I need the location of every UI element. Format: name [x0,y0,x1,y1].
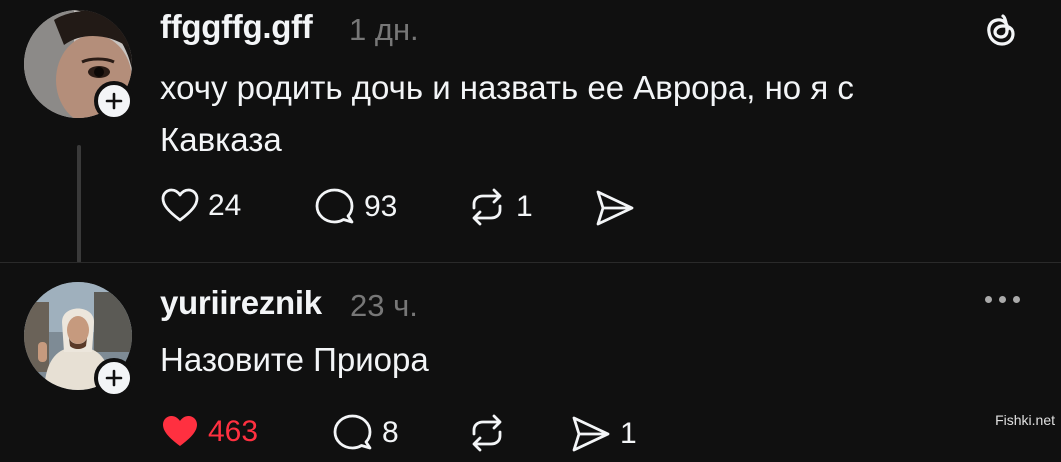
like-button[interactable]: 24 [160,186,241,226]
timestamp: 23 ч. [350,288,418,323]
like-count: 24 [208,189,242,222]
comment-icon [315,188,354,224]
post-text: хочу родить дочь и назвать ее Аврора, но… [160,62,1020,166]
divider [0,262,1061,263]
heart-filled-icon [163,416,197,446]
post-text: Назовите Приора [160,341,429,378]
reply-button[interactable]: 93 [314,186,397,228]
thread-line [77,145,81,263]
threads-logo-icon [981,11,1021,56]
action-bar: 24 93 1 [160,186,660,236]
action-bar: 463 8 1 [160,412,660,462]
plus-icon [105,92,123,110]
reply-count: 93 [364,190,398,223]
heart-icon [161,188,199,222]
username[interactable]: ffggffg.gff [160,8,313,46]
reply-button[interactable]: 8 [332,412,399,454]
repost-button[interactable] [466,412,516,454]
more-options-icon[interactable] [985,296,1020,303]
post-text-line: хочу родить дочь и назвать ее Аврора, но… [160,69,854,106]
share-button[interactable]: 1 [570,414,637,454]
post-text-line: Кавказа [160,121,282,158]
send-icon [596,190,634,226]
send-icon [572,416,610,452]
repost-icon [472,414,502,452]
plus-icon [105,369,123,387]
like-button[interactable]: 463 [160,412,258,452]
follow-button[interactable] [94,81,134,121]
reply-count: 8 [382,416,399,449]
repost-count: 1 [516,190,533,223]
like-count: 463 [208,415,259,448]
repost-icon [472,188,502,226]
comment-icon [333,414,372,450]
repost-button[interactable]: 1 [466,186,533,228]
username[interactable]: yuriireznik [160,284,322,322]
share-button[interactable] [594,188,636,228]
watermark: Fishki.net [995,412,1055,428]
timestamp: 1 дн. [349,12,419,47]
share-count: 1 [620,417,637,450]
follow-button[interactable] [94,358,134,398]
